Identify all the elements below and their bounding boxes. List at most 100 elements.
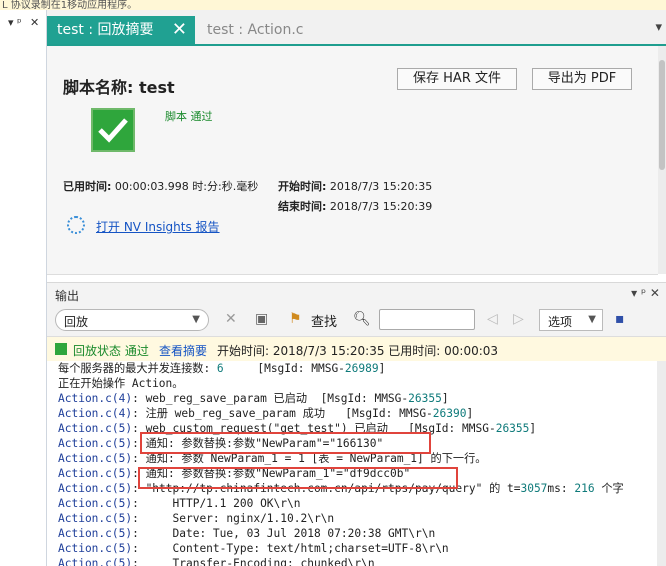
left-side-panel: ▾ ᵖ ✕ [0, 10, 47, 566]
log-text: ] [378, 362, 386, 375]
save-har-button[interactable]: 保存 HAR 文件 [397, 68, 517, 90]
tab-replay-summary[interactable]: test : 回放摘要 ✕ [47, 16, 195, 44]
replay-summary-panel: 脚本名称: test 保存 HAR 文件 导出为 PDF 脚本 通过 已用时间:… [47, 46, 658, 275]
find-label[interactable]: 查找 [311, 311, 337, 330]
end-value: 2018/7/3 15:20:39 [329, 200, 433, 213]
log-line: Action.c(5): Server: nginx/1.10.2\r\n [58, 511, 334, 526]
output-pane-header: 输出 ▾ ᵖ ✕ [47, 282, 666, 305]
end-label: 结束时间: [278, 200, 327, 213]
log-text: ] [466, 407, 474, 420]
script-name-title: 脚本名称: test [63, 78, 175, 97]
previous-icon[interactable]: ◁ [487, 311, 498, 327]
log-text: : Content-Type: text/html;charset=UTF-8\… [132, 542, 449, 555]
nv-insights-icon [67, 216, 85, 234]
log-source: Action.c(5) [58, 482, 133, 495]
window-icon[interactable]: ▣ [255, 311, 268, 327]
log-text: 26355 [495, 422, 530, 435]
view-summary-link[interactable]: 查看摘要 [159, 342, 207, 359]
log-text: 正在开始操作 Action。 [58, 377, 184, 390]
status-detail: 开始时间: 2018/7/3 15:20:35 已用时间: 00:00:03 [217, 344, 499, 358]
log-line: Action.c(5): Date: Tue, 03 Jul 2018 07:2… [58, 526, 435, 541]
start-label: 开始时间: [278, 180, 327, 193]
log-text: 26989 [344, 362, 379, 375]
replay-status-text: 回放状态 通过 [73, 344, 149, 358]
start-value: 2018/7/3 15:20:35 [329, 180, 433, 193]
log-line: Action.c(4): web_reg_save_param 已启动 [Msg… [58, 391, 449, 406]
highlight-box [138, 467, 458, 489]
log-source: Action.c(5) [58, 527, 133, 540]
document-tab-bar: test : 回放摘要 ✕ test : Action.c ▾ [47, 10, 666, 46]
log-text: ms: [547, 482, 575, 495]
log-line: Action.c(5): Content-Type: text/html;cha… [58, 541, 449, 556]
log-line: 正在开始操作 Action。 [58, 376, 183, 391]
search-icon[interactable]: 🔍︎ [353, 311, 371, 327]
output-toolbar: 回放 ▼ ✕ ▣ ⚑ 查找 🔍︎ ◁ ▷ 选项 ▼ ▪ [47, 304, 666, 337]
log-text: : Date: Tue, 03 Jul 2018 07:20:38 GMT\r\… [132, 527, 436, 540]
save-icon[interactable]: ▪ [615, 311, 625, 327]
elapsed-value: 00:00:03.998 时:分:秒.毫秒 [114, 180, 259, 193]
clear-icon[interactable]: ✕ [225, 311, 237, 327]
next-icon[interactable]: ▷ [513, 311, 524, 327]
log-line: 每个服务器的最大并发连接数: 6 [MsgId: MMSG-26989] [58, 361, 385, 376]
select-value: 回放 [64, 315, 89, 329]
log-source: Action.c(4) [58, 392, 133, 405]
log-text: [MsgId: MMSG- [223, 362, 345, 375]
log-text: 26390 [432, 407, 467, 420]
log-line: Action.c(5): Transfer-Encoding: chunked\… [58, 556, 375, 566]
output-source-select[interactable]: 回放 ▼ [55, 309, 209, 331]
elapsed-label: 已用时间: [63, 180, 112, 193]
scrollbar-thumb[interactable] [659, 60, 665, 170]
log-text: 216 [574, 482, 595, 495]
replay-status-bar: 回放状态 通过 查看摘要 开始时间: 2018/7/3 15:20:35 已用时… [47, 337, 666, 362]
log-source: Action.c(5) [58, 542, 133, 555]
log-text: ] [441, 392, 449, 405]
tab-list-dropdown-icon[interactable]: ▾ [655, 20, 662, 35]
log-text: : HTTP/1.1 200 OK\r\n [132, 497, 301, 510]
log-source: Action.c(5) [58, 422, 133, 435]
log-text: : Server: nginx/1.10.2\r\n [132, 512, 335, 525]
log-scrollbar[interactable] [657, 361, 666, 566]
log-line: Action.c(5): HTTP/1.1 200 OK\r\n [58, 496, 300, 511]
search-input[interactable] [379, 309, 475, 330]
log-source: Action.c(5) [58, 512, 133, 525]
status-check-icon [55, 343, 67, 355]
pane-controls-icon[interactable]: ▾ ᵖ ✕ [631, 286, 660, 300]
options-button[interactable]: 选项 ▼ [539, 309, 603, 331]
summary-scrollbar[interactable] [658, 46, 666, 274]
output-log[interactable]: 每个服务器的最大并发连接数: 6 [MsgId: MMSG-26989] 正在开始… [47, 361, 657, 566]
log-text: 6 [216, 362, 224, 375]
tab-label: test : Action.c [207, 22, 304, 38]
log-line: Action.c(4): 注册 web_reg_save_param 成功 [M… [58, 406, 473, 421]
log-source: Action.c(5) [58, 557, 133, 566]
log-source: Action.c(4) [58, 407, 133, 420]
chevron-down-icon: ▼ [588, 314, 596, 325]
log-text: 每个服务器的最大并发连接数: [58, 362, 217, 375]
elapsed-time: 已用时间: 00:00:03.998 时:分:秒.毫秒 [63, 178, 258, 194]
close-icon[interactable]: ✕ [30, 16, 39, 29]
passed-check-icon [91, 108, 135, 152]
log-text: : Transfer-Encoding: chunked\r\n [132, 557, 375, 566]
end-time: 结束时间: 2018/7/3 15:20:39 [278, 198, 432, 214]
log-source: Action.c(5) [58, 437, 133, 450]
log-text: : web_reg_save_param 已启动 [MsgId: MMSG- [132, 392, 409, 405]
log-text: ] [529, 422, 537, 435]
nv-insights-report-link[interactable]: 打开 NV Insights 报告 [96, 218, 220, 235]
log-text: : 注册 web_reg_save_param 成功 [MsgId: MMSG- [132, 407, 433, 420]
tab-action-c[interactable]: test : Action.c [197, 16, 314, 44]
log-text: 3057 [520, 482, 548, 495]
log-source: Action.c(5) [58, 452, 133, 465]
start-time: 开始时间: 2018/7/3 15:20:35 [278, 178, 432, 194]
flag-icon[interactable]: ⚑ [289, 311, 302, 327]
options-label: 选项 [548, 315, 573, 329]
chevron-down-icon: ▼ [192, 314, 200, 325]
log-source: Action.c(5) [58, 467, 133, 480]
tab-label: test : 回放摘要 [57, 22, 154, 38]
pin-icon[interactable]: ▾ ᵖ [8, 16, 22, 29]
script-result-status: 脚本 通过 [165, 110, 213, 123]
log-text: 26355 [408, 392, 442, 405]
output-title: 输出 [55, 289, 80, 303]
close-tab-icon[interactable]: ✕ [172, 16, 187, 44]
export-pdf-button[interactable]: 导出为 PDF [532, 68, 632, 90]
log-text: 个字 [594, 482, 624, 495]
highlight-box [140, 432, 431, 454]
